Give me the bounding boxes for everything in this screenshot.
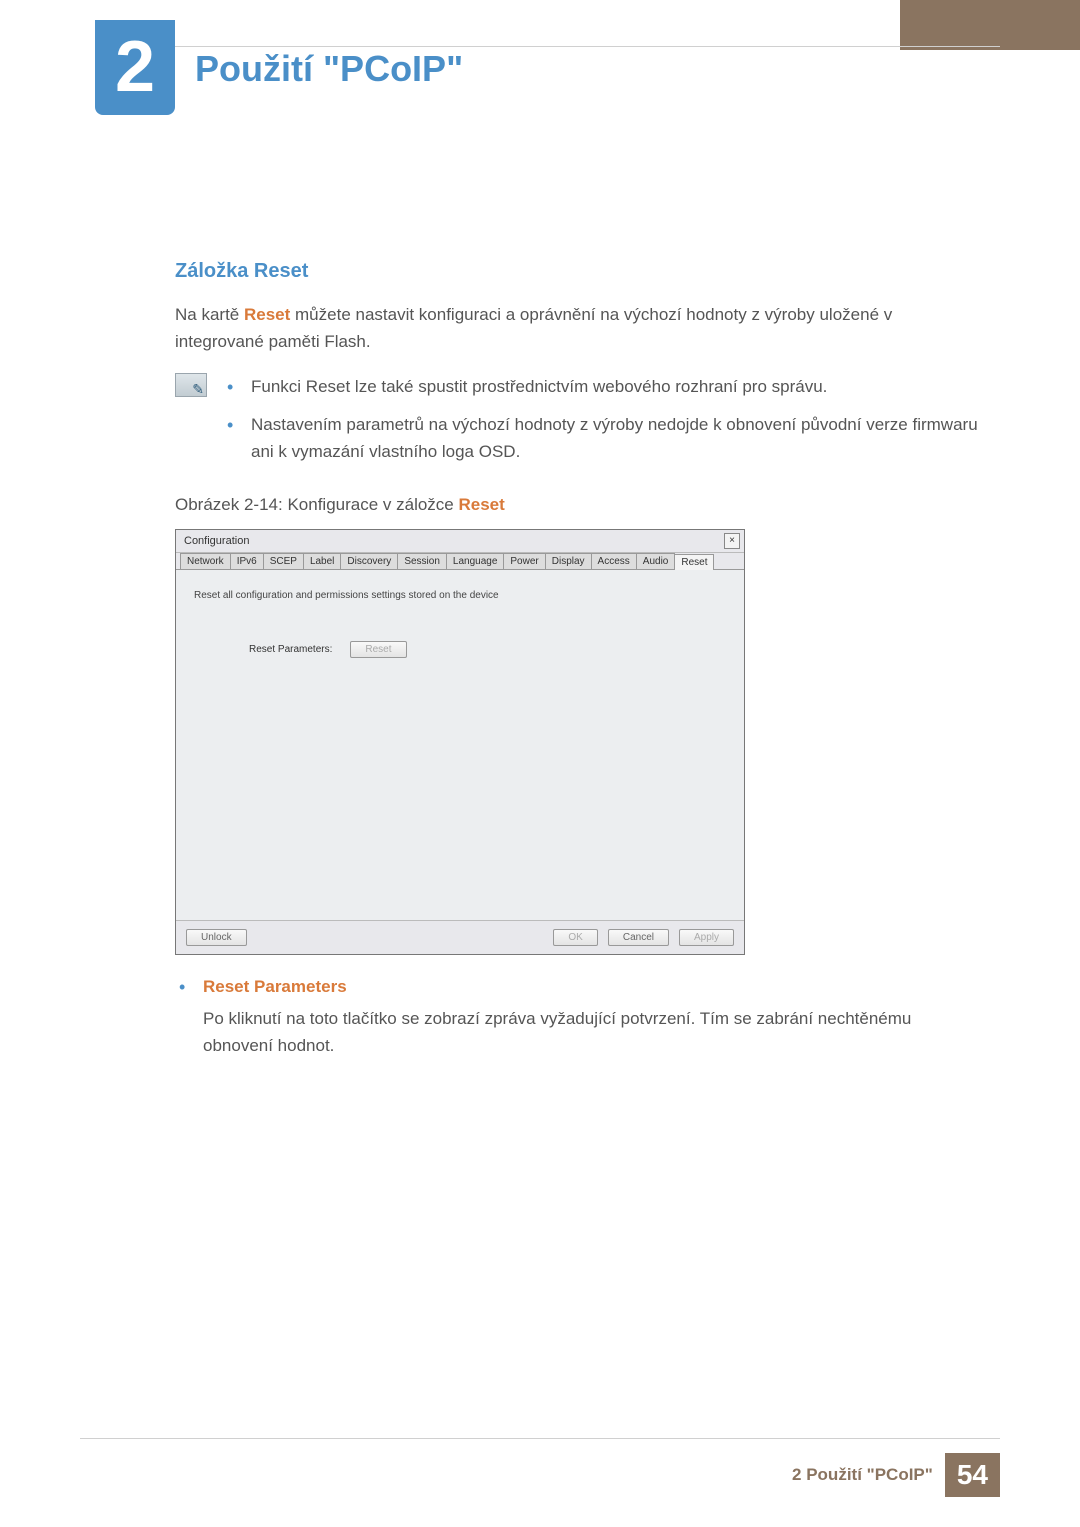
tab-audio[interactable]: Audio [636, 553, 676, 569]
cancel-button[interactable]: Cancel [608, 929, 669, 946]
apply-button[interactable]: Apply [679, 929, 734, 946]
note-list: Funkci Reset lze také spustit prostředni… [227, 373, 985, 475]
tab-ipv6[interactable]: IPv6 [230, 553, 264, 569]
footer-rule [80, 1438, 1000, 1439]
reset-parameters-description: Po kliknutí na toto tlačítko se zobrazí … [175, 1005, 985, 1059]
unlock-button[interactable]: Unlock [186, 929, 247, 946]
tab-network[interactable]: Network [180, 553, 231, 569]
close-button[interactable]: × [724, 533, 740, 549]
tab-scep[interactable]: SCEP [263, 553, 304, 569]
footer-chapter-label: 2 Použití "PCoIP" [792, 1465, 933, 1485]
header-rule [170, 46, 1000, 47]
ok-button[interactable]: OK [553, 929, 597, 946]
reset-button[interactable]: Reset [350, 641, 406, 658]
config-footer-right: OK Cancel Apply [553, 929, 734, 946]
config-tabs: Network IPv6 SCEP Label Discovery Sessio… [176, 553, 744, 570]
note-item: Funkci Reset lze také spustit prostředni… [227, 373, 985, 400]
intro-highlight: Reset [244, 305, 290, 324]
reset-parameters-heading: Reset Parameters [203, 977, 347, 996]
figure-caption: Obrázek 2-14: Konfigurace v záložce Rese… [175, 495, 985, 515]
note-item: Nastavením parametrů na výchozí hodnoty … [227, 411, 985, 465]
top-accent-bar [900, 0, 1080, 50]
config-window: Configuration × Network IPv6 SCEP Label … [175, 529, 745, 955]
document-page: 2 Použití "PCoIP" Záložka Reset Na kartě… [0, 0, 1080, 1527]
page-content: Záložka Reset Na kartě Reset můžete nast… [175, 260, 985, 1059]
reset-parameters-label: Reset Parameters: [249, 644, 332, 655]
config-footer: Unlock OK Cancel Apply [176, 920, 744, 954]
tab-label[interactable]: Label [303, 553, 341, 569]
tab-access[interactable]: Access [591, 553, 637, 569]
config-titlebar: Configuration × [176, 530, 744, 553]
tab-display[interactable]: Display [545, 553, 592, 569]
tab-session[interactable]: Session [397, 553, 447, 569]
figure-caption-highlight: Reset [458, 495, 504, 514]
reset-parameters-row: Reset Parameters: Reset [249, 641, 726, 658]
footer-page-number: 54 [945, 1453, 1000, 1497]
note-icon [175, 373, 207, 397]
page-title: Použití "PCoIP" [195, 48, 463, 90]
note-block: Funkci Reset lze také spustit prostředni… [175, 373, 985, 475]
page-footer: 2 Použití "PCoIP" 54 [792, 1453, 1000, 1497]
config-description: Reset all configuration and permissions … [194, 590, 726, 601]
intro-prefix: Na kartě [175, 305, 244, 324]
chapter-number-badge: 2 [95, 20, 175, 115]
reset-parameters-bullet: Reset Parameters [175, 977, 985, 997]
figure-caption-prefix: Obrázek 2-14: Konfigurace v záložce [175, 495, 458, 514]
intro-paragraph: Na kartě Reset můžete nastavit konfigura… [175, 301, 985, 355]
tab-discovery[interactable]: Discovery [340, 553, 398, 569]
tab-power[interactable]: Power [503, 553, 545, 569]
config-body: Reset all configuration and permissions … [176, 570, 744, 920]
section-heading: Záložka Reset [175, 260, 985, 283]
tab-reset[interactable]: Reset [674, 554, 714, 570]
config-window-title: Configuration [184, 535, 249, 547]
tab-language[interactable]: Language [446, 553, 505, 569]
